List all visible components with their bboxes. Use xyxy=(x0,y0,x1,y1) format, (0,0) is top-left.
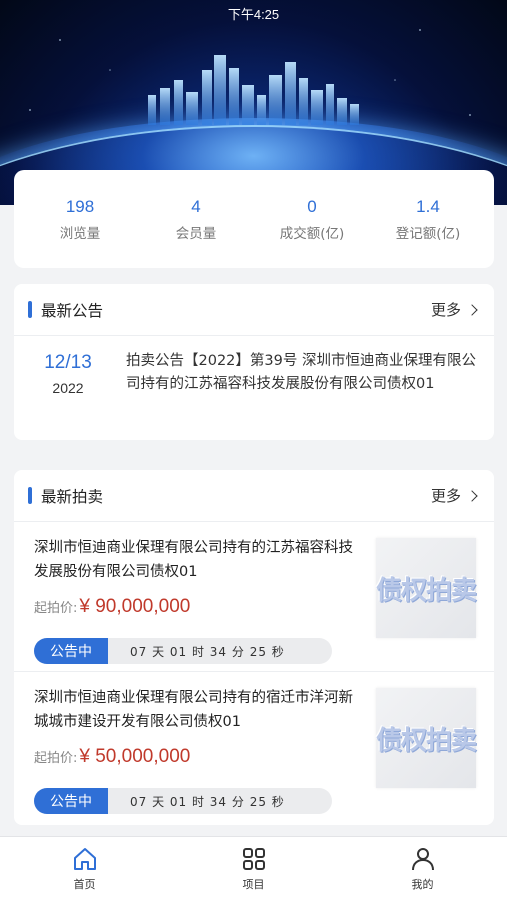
auction-price: 起拍价: ¥ 90,000,000 xyxy=(34,596,190,618)
auction-item[interactable]: 深圳市恒迪商业保理有限公司持有的江苏福容科技发展股份有限公司债权01 起拍价: … xyxy=(14,522,494,672)
notice-date-md: 12/13 xyxy=(44,352,92,373)
more-label: 更多 xyxy=(430,487,461,505)
countdown-text: 07 天 01 时 34 分 25 秒 xyxy=(130,794,285,809)
latest-notice-card: 最新公告 更多 12/13 2022 拍卖公告【2022】第39号 深圳市恒迪商… xyxy=(14,284,494,440)
auction-title: 最新拍卖 xyxy=(41,487,104,506)
status-time: 下午4:25 xyxy=(227,7,280,22)
tab-label: 项目 xyxy=(242,877,265,891)
bottom-tab-bar: 首页 项目 我的 xyxy=(0,836,507,900)
notice-item[interactable]: 12/13 2022 拍卖公告【2022】第39号 深圳市恒迪商业保理有限公司持… xyxy=(14,336,494,440)
price-value: ¥ 50,000,000 xyxy=(79,746,191,767)
notice-more-link[interactable]: 更多 xyxy=(430,299,478,320)
stat-value: 1.4 xyxy=(416,196,440,216)
auction-thumbnail: 债权拍卖 xyxy=(376,538,477,638)
tab-label: 我的 xyxy=(411,877,434,891)
stat-label: 登记额(亿) xyxy=(395,225,461,242)
auction-countdown: 公告中 07 天 01 时 34 分 25 秒 xyxy=(34,638,332,664)
price-value: ¥ 90,000,000 xyxy=(79,596,191,617)
status-badge: 公告中 xyxy=(34,638,108,664)
grid-icon xyxy=(242,847,265,870)
auction-item-title: 深圳市恒迪商业保理有限公司持有的江苏福容科技发展股份有限公司债权01 xyxy=(34,540,353,580)
tab-projects[interactable]: 项目 xyxy=(204,846,304,892)
thumbnail-text: 债权拍卖 xyxy=(376,575,477,606)
auction-countdown: 公告中 07 天 01 时 34 分 25 秒 xyxy=(34,788,332,814)
stat-views: 198 浏览量 xyxy=(22,197,138,242)
auction-thumbnail: 债权拍卖 xyxy=(376,688,477,788)
stat-label: 成交额(亿) xyxy=(279,225,345,242)
auction-item[interactable]: 深圳市恒迪商业保理有限公司持有的宿迁市洋河新城城市建设开发有限公司债权01 起拍… xyxy=(14,672,494,822)
stat-value: 198 xyxy=(65,196,95,216)
stat-deal-amount: 0 成交额(亿) xyxy=(254,197,370,242)
stat-value: 0 xyxy=(307,196,317,216)
countdown-text: 07 天 01 时 34 分 25 秒 xyxy=(130,644,285,659)
price-label: 起拍价: xyxy=(34,601,78,616)
tab-home[interactable]: 首页 xyxy=(35,846,135,892)
tab-label: 首页 xyxy=(73,877,96,891)
stat-registered-amount: 1.4 登记额(亿) xyxy=(370,197,486,242)
stat-members: 4 会员量 xyxy=(138,197,254,242)
auction-item-title: 深圳市恒迪商业保理有限公司持有的宿迁市洋河新城城市建设开发有限公司债权01 xyxy=(34,690,353,730)
status-badge: 公告中 xyxy=(34,788,108,814)
auction-header: 最新拍卖 更多 xyxy=(14,470,494,522)
stat-label: 会员量 xyxy=(175,225,217,242)
home-icon xyxy=(73,847,96,870)
more-label: 更多 xyxy=(430,301,461,319)
stats-card: 198 浏览量 4 会员量 0 成交额(亿) 1.4 登记额(亿) xyxy=(14,170,494,268)
latest-auction-card: 最新拍卖 更多 深圳市恒迪商业保理有限公司持有的江苏福容科技发展股份有限公司债权… xyxy=(14,470,494,825)
user-icon xyxy=(411,847,434,870)
price-label: 起拍价: xyxy=(34,751,78,766)
title-accent-bar xyxy=(28,487,32,504)
title-accent-bar xyxy=(28,301,32,318)
section-title: 最新拍卖 xyxy=(28,485,103,507)
auction-more-link[interactable]: 更多 xyxy=(430,485,478,506)
notice-header: 最新公告 更多 xyxy=(14,284,494,336)
thumbnail-text: 债权拍卖 xyxy=(376,725,477,756)
notice-date-year: 2022 xyxy=(52,380,84,396)
stat-label: 浏览量 xyxy=(59,225,101,242)
section-title: 最新公告 xyxy=(28,299,103,321)
auction-price: 起拍价: ¥ 50,000,000 xyxy=(34,746,190,768)
chevron-right-icon xyxy=(466,489,478,502)
chevron-right-icon xyxy=(466,303,478,316)
status-bar: 下午4:25 xyxy=(0,4,507,23)
notice-date: 12/13 2022 xyxy=(28,350,108,440)
stat-value: 4 xyxy=(191,196,201,216)
tab-mine[interactable]: 我的 xyxy=(373,846,473,892)
notice-title: 最新公告 xyxy=(41,301,104,320)
notice-text: 拍卖公告【2022】第39号 深圳市恒迪商业保理有限公司持有的江苏福容科技发展股… xyxy=(126,353,476,392)
